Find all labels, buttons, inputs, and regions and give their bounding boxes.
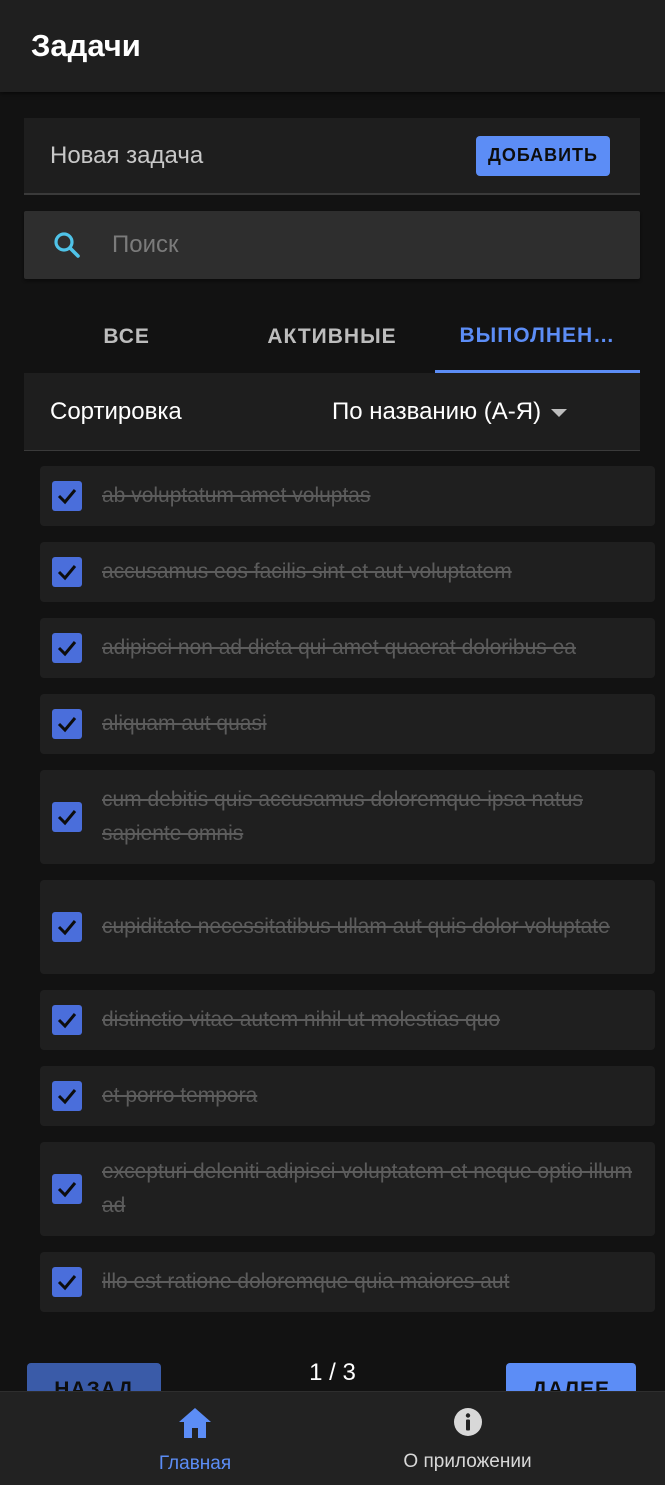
task-item[interactable]: illo est ratione doloremque quia maiores… bbox=[40, 1252, 655, 1312]
filter-tabs: ВСЕ АКТИВНЫЕ ВЫПОЛНЕН… bbox=[24, 301, 640, 373]
pagination: НАЗАД 1 / 3 ДАЛЕЕ bbox=[0, 1355, 665, 1407]
nav-item-about[interactable]: О приложении bbox=[380, 1406, 555, 1473]
bottom-navigation: Главная О приложении bbox=[0, 1391, 665, 1485]
task-text: distinctio vitae autem nihil ut molestia… bbox=[102, 1008, 501, 1031]
add-task-button[interactable]: ДОБАВИТЬ bbox=[476, 135, 610, 176]
dropdown-arrow-icon[interactable] bbox=[551, 408, 568, 417]
task-checkbox[interactable] bbox=[52, 633, 82, 663]
task-item[interactable]: et porro tempora bbox=[40, 1066, 655, 1126]
search-input[interactable]: Поиск bbox=[112, 231, 179, 259]
task-item[interactable]: cupiditate necessitatibus ullam aut quis… bbox=[40, 880, 655, 974]
new-task-form: Новая задача ДОБАВИТЬ bbox=[24, 118, 640, 195]
task-checkbox[interactable] bbox=[52, 1267, 82, 1297]
main-content: Новая задача ДОБАВИТЬ Поиск ВСЕ АКТИВНЫЕ… bbox=[24, 118, 640, 451]
task-checkbox[interactable] bbox=[52, 557, 82, 587]
task-item[interactable]: excepturi deleniti adipisci voluptatem e… bbox=[40, 1142, 655, 1236]
task-checkbox[interactable] bbox=[52, 912, 82, 942]
task-text: ab voluptatum amet voluptas bbox=[102, 484, 371, 507]
task-checkbox[interactable] bbox=[52, 1081, 82, 1111]
info-icon bbox=[452, 1406, 484, 1443]
task-checkbox[interactable] bbox=[52, 802, 82, 832]
task-text: et porro tempora bbox=[102, 1084, 258, 1107]
tab-completed[interactable]: ВЫПОЛНЕН… bbox=[434, 301, 640, 373]
new-task-input[interactable]: Новая задача bbox=[50, 142, 203, 170]
task-text: illo est ratione doloremque quia maiores… bbox=[102, 1270, 510, 1293]
task-text: cum debitis quis accusamus doloremque ip… bbox=[102, 788, 583, 845]
task-text: accusamus eos facilis sint et aut volupt… bbox=[102, 560, 512, 583]
search-bar[interactable]: Поиск bbox=[24, 211, 640, 279]
task-checkbox[interactable] bbox=[52, 481, 82, 511]
task-item[interactable]: aliquam aut quasi bbox=[40, 694, 655, 754]
task-text: cupiditate necessitatibus ullam aut quis… bbox=[102, 915, 610, 938]
sort-select[interactable]: По названию (А-Я) bbox=[332, 398, 541, 426]
task-item[interactable]: adipisci non ad dicta qui amet quaerat d… bbox=[40, 618, 655, 678]
home-icon bbox=[177, 1406, 213, 1445]
checkmark-icon bbox=[57, 1275, 77, 1291]
checkmark-icon bbox=[57, 1089, 77, 1105]
task-item[interactable]: accusamus eos facilis sint et aut volupt… bbox=[40, 542, 655, 602]
page-title: Задачи bbox=[31, 28, 141, 63]
task-checkbox[interactable] bbox=[52, 1005, 82, 1035]
checkmark-icon bbox=[57, 1182, 77, 1198]
task-list: ab voluptatum amet voluptas accusamus eo… bbox=[40, 466, 655, 1328]
checkmark-icon bbox=[57, 489, 77, 505]
tab-all[interactable]: ВСЕ bbox=[24, 301, 229, 373]
task-item[interactable]: distinctio vitae autem nihil ut molestia… bbox=[40, 990, 655, 1050]
task-checkbox[interactable] bbox=[52, 1174, 82, 1204]
tab-active[interactable]: АКТИВНЫЕ bbox=[229, 301, 434, 373]
task-checkbox[interactable] bbox=[52, 709, 82, 739]
task-item[interactable]: cum debitis quis accusamus doloremque ip… bbox=[40, 770, 655, 864]
nav-item-home[interactable]: Главная bbox=[140, 1406, 250, 1475]
nav-label-about: О приложении bbox=[403, 1451, 532, 1472]
task-text: aliquam aut quasi bbox=[102, 712, 267, 735]
task-item[interactable]: ab voluptatum amet voluptas bbox=[40, 466, 655, 526]
app-bar: Задачи bbox=[0, 0, 665, 92]
search-icon bbox=[52, 230, 82, 260]
app-root: Задачи Новая задача ДОБАВИТЬ Поиск ВСЕ А… bbox=[0, 0, 665, 1485]
checkmark-icon bbox=[57, 717, 77, 733]
task-text: adipisci non ad dicta qui amet quaerat d… bbox=[102, 636, 576, 659]
nav-label-home: Главная bbox=[158, 1453, 232, 1474]
sort-label: Сортировка bbox=[50, 397, 182, 425]
checkmark-icon bbox=[57, 810, 77, 826]
checkmark-icon bbox=[57, 920, 77, 936]
task-text: excepturi deleniti adipisci voluptatem e… bbox=[102, 1160, 632, 1217]
checkmark-icon bbox=[57, 641, 77, 657]
sort-row: Сортировка По названию (А-Я) bbox=[24, 373, 640, 451]
checkmark-icon bbox=[57, 1013, 77, 1029]
checkmark-icon bbox=[57, 565, 77, 581]
